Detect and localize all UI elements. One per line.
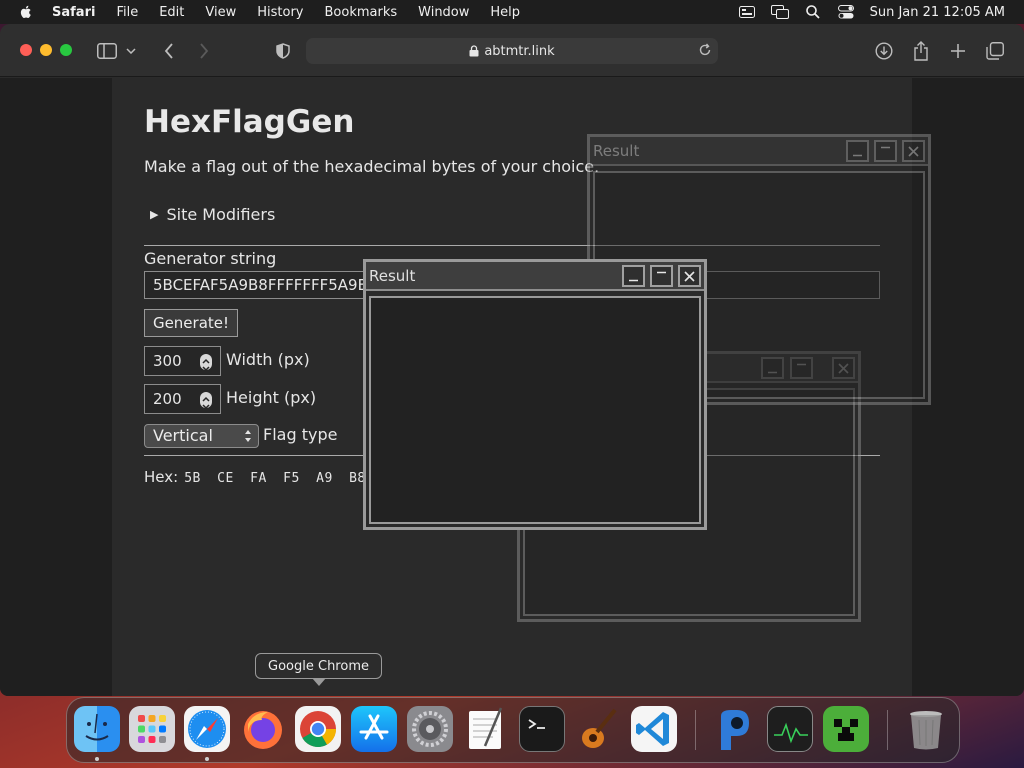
- hex-output: Hex: 5B CE FA F5 A9 B8 F: [144, 468, 398, 486]
- generator-string-label: Generator string: [144, 249, 277, 268]
- launchpad-icon[interactable]: [129, 706, 175, 752]
- safari-toolbar: abtmtr.link: [0, 24, 1024, 77]
- menu-app-name[interactable]: Safari: [52, 5, 95, 20]
- control-center-icon[interactable]: [837, 5, 855, 19]
- close-window-button[interactable]: [20, 44, 32, 56]
- stepper-arrows-icon: [202, 358, 210, 372]
- garageband-icon[interactable]: [575, 706, 621, 752]
- hex-byte: 5B: [184, 471, 201, 486]
- pycharm-icon[interactable]: [711, 706, 757, 752]
- dock-tooltip: Google Chrome: [255, 653, 382, 679]
- terminal-icon[interactable]: [519, 706, 565, 752]
- menu-bookmarks[interactable]: Bookmarks: [325, 5, 398, 20]
- apple-icon[interactable]: [18, 4, 34, 20]
- width-input[interactable]: 300: [144, 346, 221, 376]
- width-stepper[interactable]: [200, 354, 212, 372]
- minimize-window-button[interactable]: [40, 44, 52, 56]
- menu-history[interactable]: History: [257, 5, 303, 20]
- page-subtitle: Make a flag out of the hexadecimal bytes…: [144, 157, 600, 176]
- result-window-front[interactable]: Result: [363, 259, 707, 530]
- select-arrows-icon: [245, 430, 251, 442]
- url-text: abtmtr.link: [484, 43, 555, 59]
- lock-icon: [469, 45, 479, 57]
- running-indicator: [205, 757, 209, 761]
- flag-type-label: Flag type: [263, 425, 338, 444]
- menu-file[interactable]: File: [116, 5, 138, 20]
- hex-byte: CE: [217, 471, 234, 486]
- menu-bar: Safari File Edit View History Bookmarks …: [0, 0, 1024, 24]
- google-chrome-icon[interactable]: [295, 706, 341, 752]
- generate-button[interactable]: Generate!: [144, 309, 238, 337]
- hex-label: Hex:: [144, 468, 179, 486]
- hex-byte: FA: [250, 471, 267, 486]
- dock-separator: [887, 710, 888, 750]
- height-value: 200: [153, 390, 182, 408]
- close-icon[interactable]: [902, 140, 925, 162]
- height-input[interactable]: 200: [144, 384, 221, 414]
- width-label: Width (px): [226, 350, 310, 369]
- minimize-icon[interactable]: [622, 265, 645, 287]
- site-modifiers-label: Site Modifiers: [166, 205, 276, 224]
- flag-type-select[interactable]: Vertical: [144, 424, 259, 448]
- forward-icon[interactable]: [193, 40, 215, 62]
- keyboard-input-icon[interactable]: [738, 5, 756, 19]
- site-modifiers-disclosure[interactable]: ▶ Site Modifiers: [150, 205, 275, 224]
- back-icon[interactable]: [158, 40, 180, 62]
- safari-icon[interactable]: [184, 706, 230, 752]
- share-icon[interactable]: [910, 40, 932, 62]
- result-window-title: Result: [593, 142, 640, 160]
- app-store-icon[interactable]: [351, 706, 397, 752]
- result-window-title: Result: [369, 267, 416, 285]
- menubar-clock[interactable]: Sun Jan 21 12:05 AM: [870, 5, 1005, 20]
- menu-view[interactable]: View: [205, 5, 236, 20]
- web-viewport: HexFlagGen Make a flag out of the hexade…: [0, 78, 1024, 696]
- downloads-icon[interactable]: [873, 40, 895, 62]
- chevron-down-icon[interactable]: [124, 40, 138, 62]
- dock-tooltip-tail: [312, 678, 326, 686]
- firefox-icon[interactable]: [240, 706, 286, 752]
- running-indicator: [95, 757, 99, 761]
- trash-icon[interactable]: [903, 706, 949, 752]
- visual-studio-code-icon[interactable]: [631, 706, 677, 752]
- height-stepper[interactable]: [200, 392, 212, 410]
- spotlight-search-icon[interactable]: [804, 5, 822, 19]
- flag-type-value: Vertical: [153, 426, 213, 445]
- menu-window[interactable]: Window: [418, 5, 469, 20]
- address-bar[interactable]: abtmtr.link: [306, 38, 718, 64]
- finder-icon[interactable]: [74, 706, 120, 752]
- hex-byte: A9: [316, 471, 333, 486]
- minimize-icon[interactable]: [846, 140, 869, 162]
- activity-monitor-icon[interactable]: [767, 706, 813, 752]
- close-icon[interactable]: [678, 265, 701, 287]
- screen-mirroring-icon[interactable]: [770, 5, 789, 19]
- page-title: HexFlagGen: [144, 104, 355, 140]
- system-settings-icon[interactable]: [407, 706, 453, 752]
- zoom-window-button[interactable]: [60, 44, 72, 56]
- safari-window: abtmtr.link HexFlagGen Make a flag out o…: [0, 24, 1024, 696]
- hex-byte: F5: [283, 471, 300, 486]
- sidebar-toggle-icon[interactable]: [96, 40, 118, 62]
- width-value: 300: [153, 352, 182, 370]
- menu-edit[interactable]: Edit: [159, 5, 184, 20]
- textedit-icon[interactable]: [463, 706, 509, 752]
- stepper-arrows-icon: [202, 396, 210, 410]
- privacy-shield-icon[interactable]: [272, 40, 294, 62]
- dock: [66, 697, 960, 763]
- reload-icon[interactable]: [698, 43, 712, 57]
- maximize-icon[interactable]: [650, 265, 673, 287]
- tab-overview-icon[interactable]: [984, 40, 1006, 62]
- height-label: Height (px): [226, 388, 317, 407]
- maximize-icon[interactable]: [874, 140, 897, 162]
- result-canvas: [369, 296, 701, 524]
- menu-help[interactable]: Help: [490, 5, 520, 20]
- minecraft-icon[interactable]: [823, 706, 869, 752]
- disclosure-triangle-icon: ▶: [150, 208, 159, 221]
- dock-separator: [695, 710, 696, 750]
- new-tab-icon[interactable]: [947, 40, 969, 62]
